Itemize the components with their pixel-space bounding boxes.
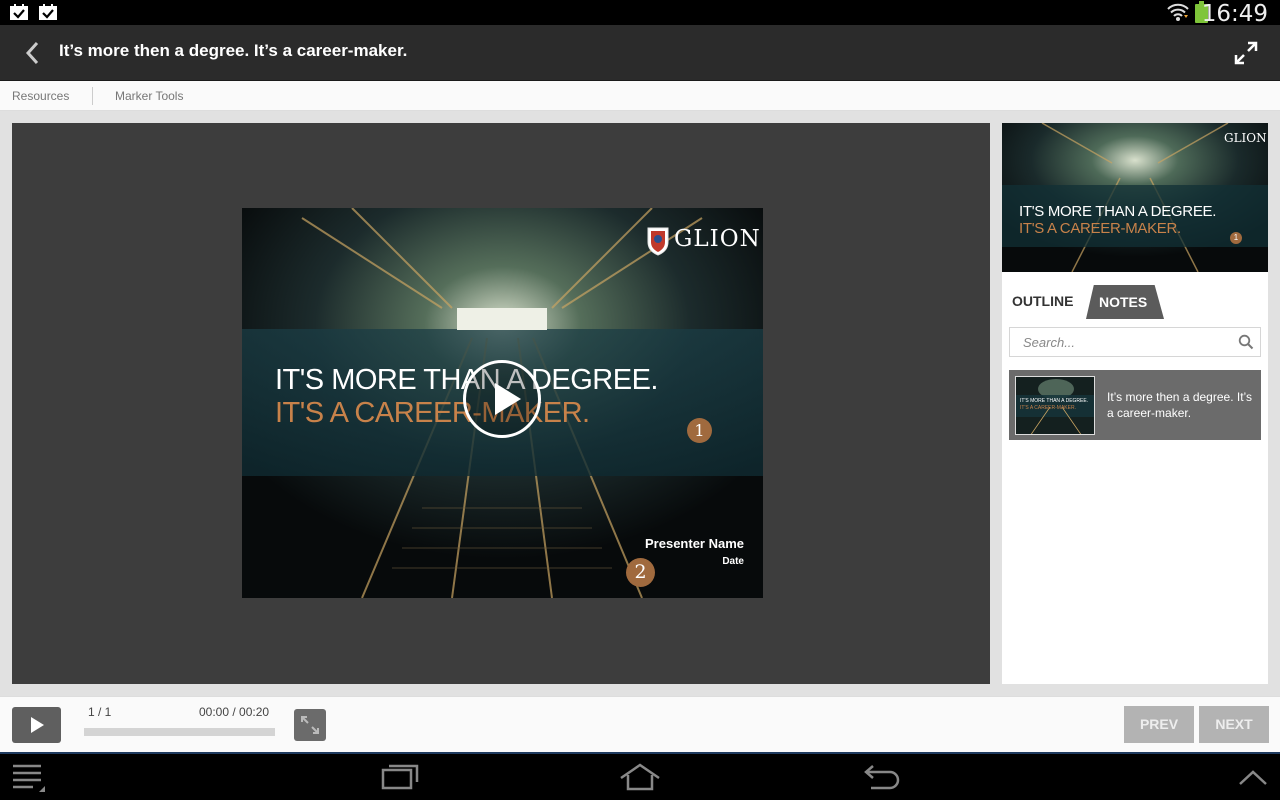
notes-item-text: It’s more then a degree. It’s a career-m…	[1107, 390, 1252, 420]
timecode: 00:00 / 00:20	[199, 705, 270, 719]
playback-controls: 1 / 1 00:00 / 00:20 PREV NEXT	[0, 696, 1280, 752]
content-area: GLION IT'S MORE THAN A DEGREE. IT'S A CA…	[0, 111, 1280, 696]
sidebar-tabs: OUTLINE NOTES	[1002, 283, 1268, 319]
menu-bar: Resources Marker Tools	[0, 81, 1280, 111]
next-button[interactable]: NEXT	[1199, 706, 1269, 743]
presentation-date: Date	[722, 556, 744, 567]
recent-apps-icon[interactable]	[381, 762, 419, 792]
search-input[interactable]	[1010, 328, 1230, 356]
menu-resources[interactable]: Resources	[12, 89, 69, 103]
thumb-marker-1: 1	[1230, 232, 1242, 244]
play-button[interactable]	[12, 707, 61, 743]
glion-logo-text: GLION	[674, 226, 761, 252]
status-bar: 16:49	[0, 0, 1280, 27]
menu-icon[interactable]	[11, 762, 47, 794]
back-chevron-icon[interactable]	[20, 39, 44, 67]
marker-1[interactable]: 1	[687, 418, 712, 443]
mini-headline-1: IT'S MORE THAN A DEGREE.	[1020, 398, 1089, 404]
clock: 16:49	[1201, 1, 1268, 27]
slide-headline-2: IT'S A CAREER-MAKER.	[275, 397, 590, 429]
home-icon[interactable]	[619, 762, 661, 792]
wifi-icon	[1167, 3, 1189, 21]
expand-button[interactable]	[294, 709, 326, 741]
thumb-logo-text: GLION	[1224, 131, 1267, 145]
prev-button[interactable]: PREV	[1124, 706, 1194, 743]
notes-list-item[interactable]: IT'S MORE THAN A DEGREE. IT'S A CAREER-M…	[1009, 370, 1261, 440]
checklist-notification-icon	[39, 4, 57, 20]
glion-shield-icon	[647, 227, 669, 256]
presenter-name: Presenter Name	[645, 536, 744, 551]
escalator-thumbnail-image	[1002, 123, 1268, 272]
chevron-up-icon[interactable]	[1238, 766, 1268, 790]
search-icon[interactable]	[1238, 334, 1254, 350]
search-box	[1009, 327, 1261, 357]
sidebar: GLION IT'S MORE THAN A DEGREE. IT'S A CA…	[1002, 123, 1268, 684]
back-icon[interactable]	[863, 762, 901, 792]
title-bar: It’s more then a degree. It’s a career-m…	[0, 25, 1280, 81]
menu-divider	[92, 87, 93, 105]
play-overlay-button[interactable]	[463, 360, 541, 438]
thumb-headline-1: IT'S MORE THAN A DEGREE.	[1019, 203, 1217, 220]
slide-counter: 1 / 1	[88, 705, 112, 719]
slide-player: GLION IT'S MORE THAN A DEGREE. IT'S A CA…	[12, 123, 990, 684]
notes-item-thumbnail: IT'S MORE THAN A DEGREE. IT'S A CAREER-M…	[1015, 376, 1095, 435]
slide-preview-thumbnail[interactable]: GLION IT'S MORE THAN A DEGREE. IT'S A CA…	[1002, 123, 1268, 272]
collapse-arrows-icon	[301, 716, 319, 734]
fullscreen-icon[interactable]	[1232, 39, 1260, 67]
menu-marker-tools[interactable]: Marker Tools	[115, 89, 183, 103]
page-title: It’s more then a degree. It’s a career-m…	[59, 41, 408, 60]
tab-outline[interactable]: OUTLINE	[1012, 293, 1073, 309]
tab-notes[interactable]: NOTES	[1086, 285, 1164, 319]
system-nav-bar	[0, 752, 1280, 800]
thumb-headline-2: IT'S A CAREER-MAKER.	[1019, 220, 1181, 237]
checklist-notification-icon	[10, 4, 28, 20]
slide-canvas[interactable]: GLION IT'S MORE THAN A DEGREE. IT'S A CA…	[242, 208, 763, 598]
progress-bar[interactable]	[84, 728, 275, 736]
mini-headline-2: IT'S A CAREER-MAKER.	[1020, 405, 1076, 411]
marker-2[interactable]: 2	[626, 558, 655, 587]
